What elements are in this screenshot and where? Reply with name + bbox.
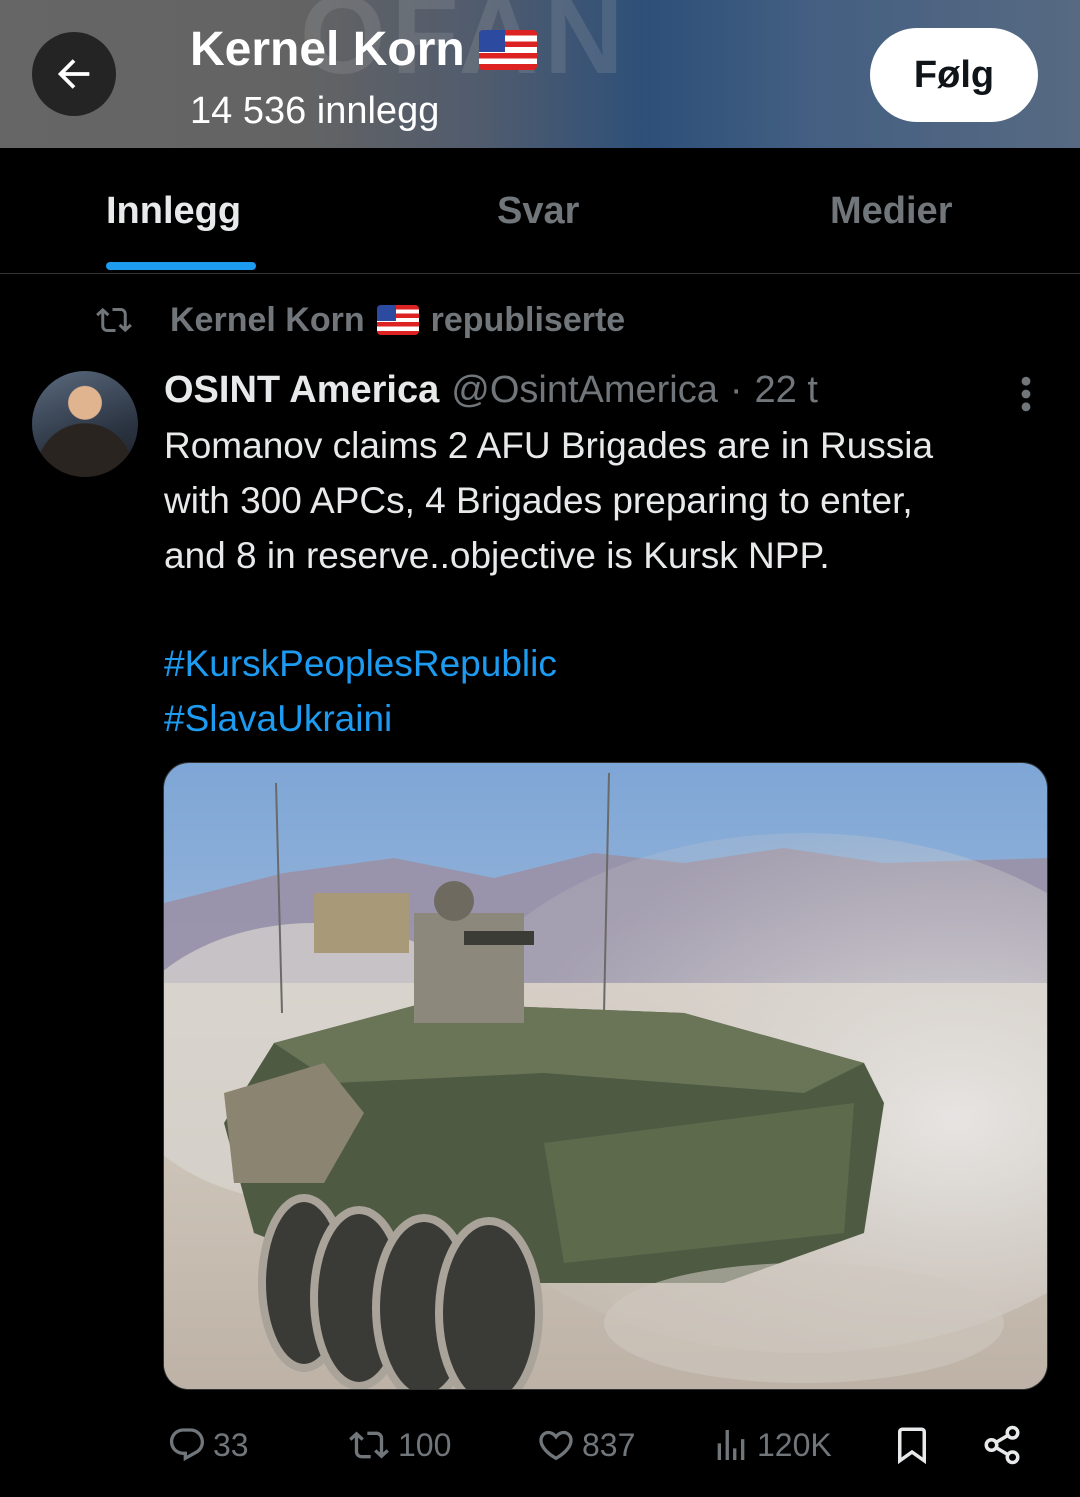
hashtag-link[interactable]: #KurskPeoplesRepublic [164, 636, 557, 691]
separator-dot: · [729, 368, 743, 411]
hashtag-link[interactable]: #SlavaUkraini [164, 691, 557, 746]
post-text-line: and 8 in reserve..objective is Kursk NPP… [164, 535, 830, 576]
post-actions: 33 100 837 120K [163, 1414, 1043, 1476]
flag-us-icon [376, 305, 419, 335]
bookmark-icon [898, 1427, 926, 1465]
reply-icon [169, 1428, 205, 1462]
flag-us-icon [478, 29, 537, 70]
repost-user: Kernel Korn [170, 300, 365, 339]
views-count: 120K [757, 1426, 832, 1463]
back-arrow-icon [57, 59, 90, 89]
tab-innlegg[interactable]: Innlegg [106, 190, 241, 233]
author-name[interactable]: OSINT America [164, 369, 439, 412]
reply-button[interactable]: 33 [167, 1414, 249, 1476]
post-header: OSINT America @OsintAmerica · 22 t [164, 362, 818, 418]
bookmark-button[interactable] [891, 1414, 933, 1476]
post-time[interactable]: 22 t [755, 369, 818, 412]
tab-svar[interactable]: Svar [497, 190, 579, 233]
follow-button[interactable]: Følg [870, 28, 1038, 122]
armored-vehicle-photo [164, 763, 1047, 1389]
share-icon [984, 1425, 1020, 1465]
repost-count: 100 [398, 1426, 452, 1463]
views-icon [717, 1430, 745, 1460]
profile-name: Kernel Korn [190, 23, 465, 76]
reply-count: 33 [213, 1426, 249, 1463]
profile-title: Kernel Korn [190, 22, 537, 77]
repost-action: republiserte [430, 300, 626, 339]
like-count: 837 [582, 1426, 636, 1463]
profile-tabs: Innlegg Svar Medier [0, 148, 1080, 274]
repost-icon [96, 307, 132, 333]
profile-header: OFAN Kernel Korn 14 536 innlegg Følg [0, 0, 1080, 148]
active-tab-indicator [106, 262, 256, 270]
avatar[interactable] [32, 371, 138, 477]
back-button[interactable] [32, 32, 116, 116]
repost-button[interactable]: 100 [346, 1414, 451, 1476]
repost-context[interactable]: Kernel Korn republiserte [92, 296, 625, 344]
share-button[interactable] [981, 1414, 1023, 1476]
more-vertical-icon[interactable] [1008, 372, 1044, 416]
like-button[interactable]: 837 [536, 1414, 635, 1476]
hashtags: #KurskPeoplesRepublic #SlavaUkraini [164, 636, 557, 746]
like-icon [539, 1430, 573, 1461]
author-handle[interactable]: @OsintAmerica [451, 369, 718, 412]
post-image[interactable] [163, 762, 1048, 1390]
post-text-line: with 300 APCs, 4 Brigades preparing to e… [164, 480, 913, 521]
views-button[interactable]: 120K [711, 1414, 832, 1476]
post-text-line: Romanov claims 2 AFU Brigades are in Rus… [164, 425, 934, 466]
posts-count: 14 536 innlegg [190, 90, 440, 132]
post-text: Romanov claims 2 AFU Brigades are in Rus… [164, 418, 1054, 583]
tab-medier[interactable]: Medier [830, 190, 952, 233]
repost-icon [349, 1431, 389, 1459]
